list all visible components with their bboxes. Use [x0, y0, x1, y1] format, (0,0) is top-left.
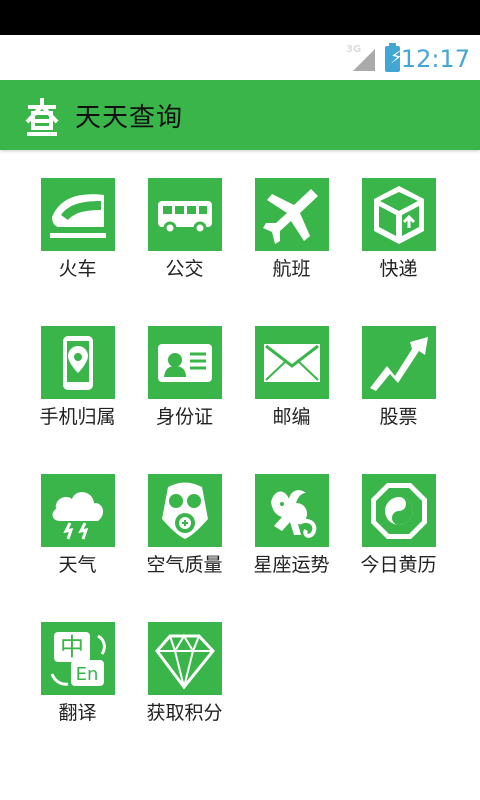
grid-item-bus[interactable]: 公交 [131, 178, 238, 281]
mail-icon [263, 343, 320, 382]
flight-tile[interactable] [254, 178, 329, 251]
phone-location-tile[interactable] [40, 326, 115, 399]
package-icon [373, 185, 424, 244]
grid-item-label: 获取积分 [146, 702, 223, 724]
grid-item-label: 今日黄历 [360, 554, 437, 576]
express-tile[interactable] [361, 178, 436, 251]
capricorn-icon [270, 489, 316, 538]
bus-tile[interactable] [147, 178, 222, 251]
grid-item-weather[interactable]: 天气 [24, 474, 131, 577]
gas-mask-icon [161, 482, 208, 539]
almanac-tile[interactable] [361, 474, 436, 547]
grid-item-label: 星座运势 [253, 554, 330, 576]
bus-icon [157, 200, 212, 234]
stock-chart-icon [369, 336, 428, 391]
id-card-tile[interactable] [147, 326, 222, 399]
search-logo-icon [25, 98, 59, 136]
grid-item-almanac[interactable]: 今日黄历 [345, 474, 452, 577]
grid-item-postcode[interactable]: 邮编 [238, 326, 345, 429]
grid-item-id-card[interactable]: 身份证 [131, 326, 238, 429]
grid-item-label: 手机归属 [39, 406, 116, 428]
svg-text:中: 中 [60, 633, 84, 661]
horoscope-tile[interactable] [254, 474, 329, 547]
points-tile[interactable] [147, 622, 222, 695]
grid-item-label: 公交 [165, 258, 204, 280]
train-icon [49, 193, 106, 238]
page-title: 天天查询 [75, 102, 184, 133]
diamond-icon [154, 633, 215, 689]
grid-item-label: 身份证 [155, 406, 213, 428]
weather-tile[interactable] [40, 474, 115, 547]
grid-item-label: 火车 [58, 258, 97, 280]
air-quality-tile[interactable] [147, 474, 222, 547]
train-tile[interactable] [40, 178, 115, 251]
grid-item-horoscope[interactable]: 星座运势 [238, 474, 345, 577]
app-header: 天天查询 [0, 80, 480, 150]
grid-item-train[interactable]: 火车 [24, 178, 131, 281]
grid-item-phone-location[interactable]: 手机归属 [24, 326, 131, 429]
grid-item-label: 天气 [58, 554, 97, 576]
phone-location-icon [62, 335, 93, 390]
grid-item-label: 邮编 [272, 406, 311, 428]
yin-yang-bagua-icon [370, 482, 427, 539]
id-card-icon [157, 343, 212, 382]
grid-item-express[interactable]: 快递 [345, 178, 452, 281]
grid-item-label: 翻译 [58, 702, 97, 724]
grid-item-air-quality[interactable]: 空气质量 [131, 474, 238, 577]
status-time: 12:17 [400, 45, 470, 73]
grid-item-label: 航班 [272, 258, 311, 280]
grid-item-points[interactable]: 获取积分 [131, 622, 238, 725]
translate-tile[interactable]: 中 En [40, 622, 115, 695]
grid-item-label: 空气质量 [146, 554, 223, 576]
grid-item-label: 快递 [379, 258, 418, 280]
stock-tile[interactable] [361, 326, 436, 399]
grid-item-translate[interactable]: 中 En 翻译 [24, 622, 131, 725]
grid-item-flight[interactable]: 航班 [238, 178, 345, 281]
translate-icon: 中 En [50, 631, 106, 686]
feature-grid: 火车 公交 航班 快递 手机归属 身份证 邮编 股票 天气 空气质量 星座运势 … [24, 178, 456, 725]
grid-item-stock[interactable]: 股票 [345, 326, 452, 429]
airplane-icon [262, 188, 318, 244]
postcode-tile[interactable] [254, 326, 329, 399]
weather-cloud-icon [52, 491, 103, 539]
status-bar [0, 0, 480, 35]
svg-text:En: En [75, 664, 98, 685]
grid-item-label: 股票 [379, 406, 418, 428]
signal-icon [353, 49, 375, 71]
